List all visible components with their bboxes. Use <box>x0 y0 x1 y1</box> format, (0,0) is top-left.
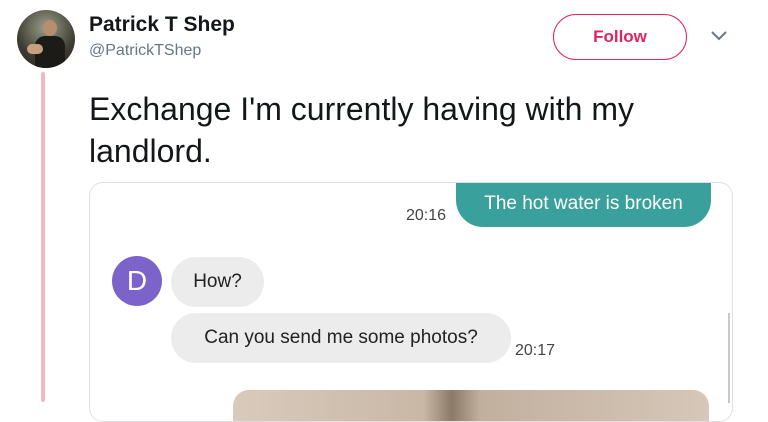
scrollbar <box>728 313 730 403</box>
incoming-message-bubble: Can you send me some photos? <box>171 313 511 363</box>
author-handle[interactable]: @PatrickTShep <box>89 42 201 60</box>
message-timestamp: 20:16 <box>406 207 447 224</box>
incoming-message-bubble: How? <box>171 257 264 307</box>
message-timestamp: 20:17 <box>515 342 556 359</box>
avatar-figure-head <box>43 20 57 36</box>
avatar-figure-arm <box>27 44 43 54</box>
follow-button[interactable]: Follow <box>553 14 687 60</box>
photo-preview <box>233 390 709 421</box>
author-name[interactable]: Patrick T Shep <box>89 13 235 37</box>
contact-avatar: D <box>112 256 162 306</box>
tweet-text: Exchange I'm currently having with my la… <box>89 91 634 169</box>
profile-avatar[interactable] <box>17 10 75 68</box>
tweet-media-screenshot[interactable]: 20:16 The hot water is broken D How? Can… <box>89 182 733 422</box>
outgoing-message-bubble: The hot water is broken <box>456 183 711 227</box>
chevron-down-icon[interactable] <box>710 30 728 42</box>
thread-line <box>41 72 45 402</box>
